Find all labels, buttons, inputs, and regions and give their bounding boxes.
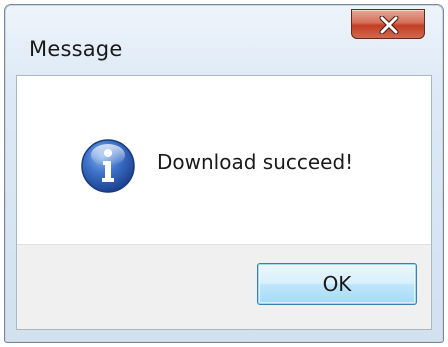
title-bar[interactable]: Message xyxy=(5,5,443,75)
close-button[interactable] xyxy=(351,9,425,39)
button-bar: OK xyxy=(17,244,431,329)
message-area: Download succeed! xyxy=(17,76,431,244)
dialog-content: Download succeed! OK xyxy=(16,75,432,330)
close-x-icon xyxy=(379,16,399,34)
message-dialog: Message Download succeed! OK xyxy=(4,4,444,343)
ok-button[interactable]: OK xyxy=(257,263,417,305)
message-text: Download succeed! xyxy=(157,150,354,174)
dialog-title: Message xyxy=(29,37,123,61)
info-icon xyxy=(81,139,135,193)
